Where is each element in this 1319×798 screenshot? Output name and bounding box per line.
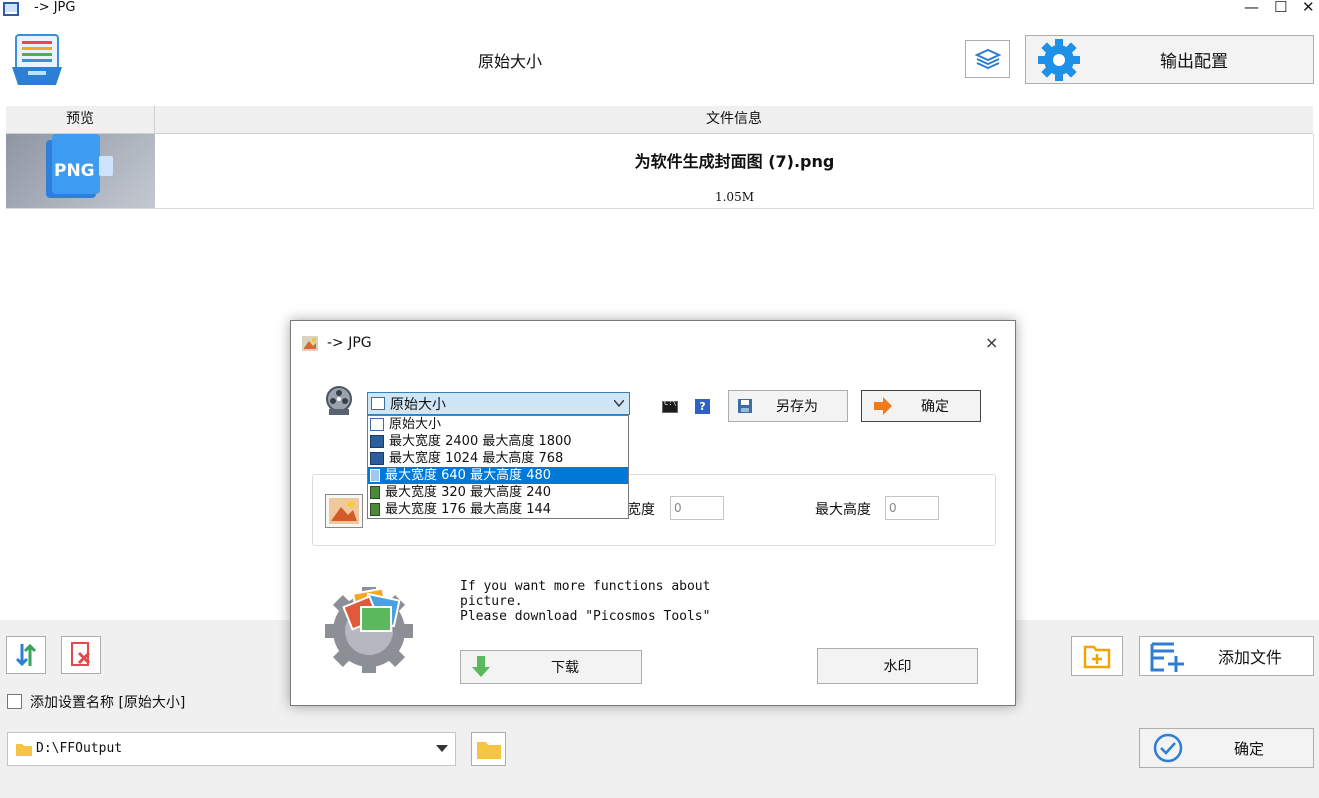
download-label: 下载 (551, 660, 579, 676)
output-path-select[interactable]: D:\FFOutput (7, 732, 456, 766)
promo-text-line-1: If you want more functions about (460, 579, 711, 594)
minimize-button[interactable]: — (1244, 0, 1259, 16)
dialog-title: -> JPG (327, 335, 372, 351)
cmd-icon[interactable]: C:\ (662, 399, 678, 413)
maximize-button[interactable]: ☐ (1274, 0, 1287, 16)
phone-icon (370, 503, 380, 516)
monitor-icon (370, 435, 384, 448)
preset-title: 原始大小 (477, 52, 542, 71)
sort-arrows-icon (15, 643, 37, 667)
png-thumb-label: PNG (54, 161, 95, 181)
file-size: 1.05M (714, 190, 754, 204)
watermark-label: 水印 (883, 659, 912, 675)
preset-dropdown-list: 原始大小 最大宽度 2400 最大高度 1800 最大宽度 1024 最大高度 … (367, 415, 629, 519)
output-config-button[interactable]: 输出配置 (1025, 35, 1314, 84)
app-icon (2, 0, 20, 18)
preset-dialog: -> JPG × 原始大小 原始大小 最大宽度 2400 最大高度 1800 最… (290, 320, 1016, 706)
preset-option-label: 最大宽度 2400 最大高度 1800 (389, 434, 572, 449)
table-header: 预览 文件信息 (6, 106, 1313, 134)
preset-option-label: 最大宽度 320 最大高度 240 (385, 485, 552, 500)
window-title: -> JPG (34, 0, 76, 15)
add-folder-icon (1083, 645, 1111, 669)
add-file-icon (1150, 642, 1184, 672)
help-icon[interactable]: ? (695, 399, 710, 414)
preset-option-label: 最大宽度 640 最大高度 480 (385, 468, 552, 483)
chevron-down-icon (614, 400, 624, 407)
column-file-info: 文件信息 (706, 111, 762, 127)
preset-option[interactable]: 最大宽度 1024 最大高度 768 (368, 450, 628, 467)
ok-label: 确定 (921, 399, 949, 415)
picosmos-gear-icon (321, 583, 417, 675)
folder-icon (476, 742, 501, 759)
layers-button[interactable] (965, 40, 1010, 78)
add-name-label: 添加设置名称 [原始大小] (30, 695, 186, 711)
phone-icon (370, 486, 380, 499)
download-button[interactable]: 下载 (460, 650, 642, 684)
preview-thumbnail: PNG (6, 134, 155, 208)
preset-option-label: 原始大小 (389, 417, 442, 432)
confirm-button[interactable]: 确定 (1139, 728, 1314, 768)
ok-button[interactable]: 确定 (861, 390, 981, 422)
save-as-button[interactable]: 另存为 (728, 390, 848, 422)
add-folder-button[interactable] (1071, 636, 1123, 676)
output-config-label: 输出配置 (1160, 52, 1228, 72)
preset-select-value: 原始大小 (390, 396, 446, 413)
preset-option[interactable]: 最大宽度 320 最大高度 240 (368, 484, 628, 501)
close-button[interactable]: ✕ (1302, 0, 1315, 16)
monitor-icon (370, 452, 384, 465)
gear-icon (1038, 38, 1080, 81)
image-small-icon (371, 397, 385, 410)
delete-file-icon (71, 642, 91, 666)
download-arrow-icon (472, 656, 490, 677)
delete-button[interactable] (61, 636, 101, 674)
file-list-icon[interactable] (10, 33, 64, 87)
max-height-label: 最大高度 (815, 502, 871, 518)
add-name-checkbox[interactable] (7, 694, 22, 709)
column-preview: 预览 (6, 106, 155, 133)
add-file-button[interactable]: 添加文件 (1139, 636, 1314, 676)
preset-option-selected[interactable]: 最大宽度 640 最大高度 480 (368, 467, 628, 484)
dialog-close-button[interactable]: × (985, 333, 998, 352)
preset-option-label: 最大宽度 1024 最大高度 768 (389, 451, 564, 466)
sort-button[interactable] (6, 636, 46, 674)
file-name: 为软件生成封面图 (7).png (634, 152, 835, 171)
preset-option[interactable]: 原始大小 (368, 416, 628, 433)
watermark-button[interactable]: 水印 (817, 648, 978, 684)
save-as-label: 另存为 (776, 399, 818, 415)
chevron-down-icon (436, 745, 448, 752)
width-label: 宽度 (627, 502, 655, 518)
title-bar: -> JPG — ☐ ✕ (0, 0, 1319, 18)
preset-select[interactable]: 原始大小 (367, 392, 630, 415)
output-path-value: D:\FFOutput (36, 741, 123, 756)
arrow-right-icon (874, 397, 892, 415)
picture-icon (325, 494, 363, 528)
preset-option[interactable]: 最大宽度 176 最大高度 144 (368, 501, 628, 518)
save-icon (738, 399, 752, 413)
max-height-input[interactable]: 0 (885, 496, 939, 520)
browse-folder-button[interactable] (471, 732, 506, 766)
check-circle-icon (1153, 733, 1183, 763)
promo-text-line-2: picture. (460, 594, 523, 609)
film-reel-icon (323, 385, 355, 417)
confirm-label: 确定 (1234, 739, 1265, 758)
width-input[interactable]: 0 (670, 496, 724, 520)
layers-icon (974, 48, 1001, 70)
folder-icon (16, 744, 32, 756)
add-file-label: 添加文件 (1218, 648, 1283, 667)
image-small-icon (370, 418, 384, 431)
preset-option-label: 最大宽度 176 最大高度 144 (385, 502, 552, 517)
dialog-app-icon (302, 336, 318, 351)
preset-option[interactable]: 最大宽度 2400 最大高度 1800 (368, 433, 628, 450)
device-icon (370, 469, 380, 482)
promo-text-line-3: Please download "Picosmos Tools" (460, 609, 711, 624)
